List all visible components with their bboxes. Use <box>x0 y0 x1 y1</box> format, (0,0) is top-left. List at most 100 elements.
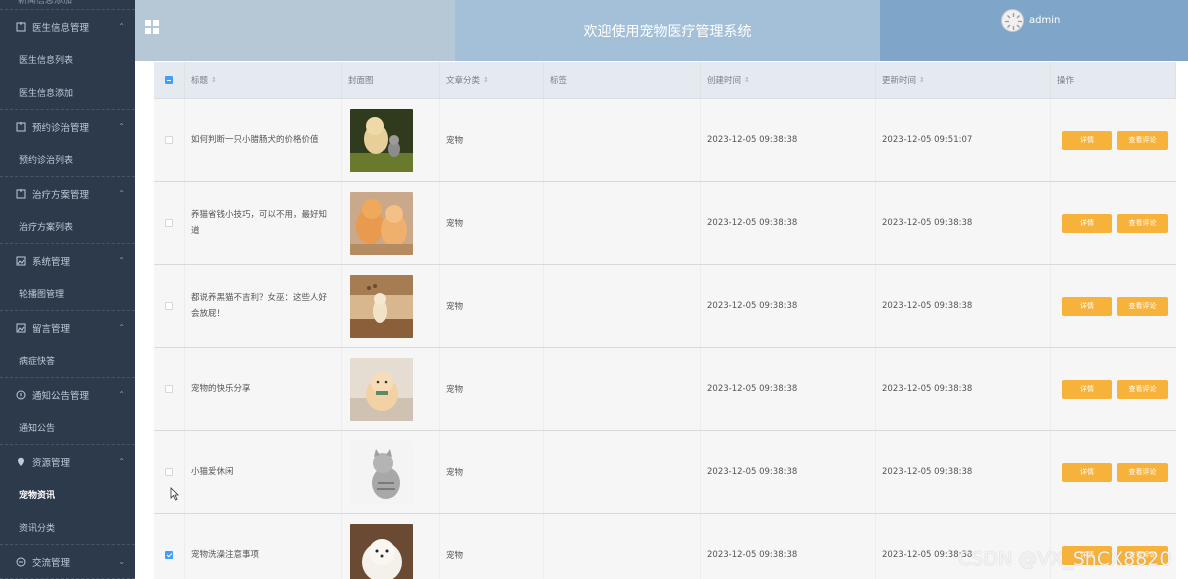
row-select-cell <box>154 182 185 264</box>
cover-image <box>350 523 413 579</box>
sidebar-item-symptom-answers[interactable]: 病症快答 <box>0 344 135 377</box>
row-category: 宠物 <box>440 514 544 579</box>
menu-group-doctor-header[interactable]: 医生信息管理 ⌃ <box>0 10 135 43</box>
image-icon <box>15 322 26 333</box>
view-comments-button[interactable]: 查看评论 <box>1117 130 1168 150</box>
row-category: 宠物 <box>440 99 544 181</box>
row-checkbox[interactable] <box>165 551 173 559</box>
sidebar-item-news-category[interactable]: 资讯分类 <box>0 511 135 544</box>
sidebar-item-treatment-list[interactable]: 治疗方案列表 <box>0 210 135 243</box>
row-tags <box>544 99 701 181</box>
row-updated: 2023-12-05 09:38:38 <box>876 182 1051 264</box>
column-title[interactable]: 标题 ⇕ <box>185 62 342 98</box>
view-comments-button[interactable]: 查看评论 <box>1117 379 1168 399</box>
sidebar-item-pet-news[interactable]: 宠物资讯 <box>0 478 135 511</box>
document-icon <box>15 121 26 132</box>
row-checkbox[interactable] <box>165 468 173 476</box>
row-category: 宠物 <box>440 265 544 347</box>
detail-button[interactable]: 详情 <box>1062 213 1112 233</box>
row-updated: 2023-12-05 09:38:38 <box>876 265 1051 347</box>
detail-button[interactable]: 详情 <box>1062 130 1112 150</box>
menu-group-notice-header[interactable]: 通知公告管理 ⌃ <box>0 378 135 411</box>
chevron-up-icon: ⌃ <box>118 189 125 198</box>
menu-group-label: 交流管理 <box>32 557 71 569</box>
menu-group-label: 留言管理 <box>32 323 71 335</box>
menu-group-exchange-header[interactable]: 交流管理 ⌄ <box>0 545 135 578</box>
sidebar-item-notices[interactable]: 通知公告 <box>0 411 135 444</box>
menu-group-notice: 通知公告管理 ⌃ 通知公告 <box>0 378 135 445</box>
info-circle-icon <box>15 389 26 400</box>
row-cover <box>342 348 440 430</box>
row-checkbox[interactable] <box>165 302 173 310</box>
menu-group-label: 资源管理 <box>32 457 71 469</box>
avatar[interactable] <box>1001 9 1024 32</box>
system-title: 欢迎使用宠物医疗管理系统 <box>455 0 880 61</box>
title-text: 如何判断一只小腊肠犬的价格价值 <box>191 135 319 145</box>
main-content: 标题 ⇕ 封面图 文章分类 ⇕ 标签 创建时间 ⇕ 更新时间 ⇕ 操作 如何判断一只小腊… <box>135 61 1188 579</box>
top-header: 欢迎使用宠物医疗管理系统 admin <box>135 0 1188 61</box>
detail-button[interactable]: 详情 <box>1062 379 1112 399</box>
row-created: 2023-12-05 09:38:38 <box>701 99 876 181</box>
row-ops: 详情 查看评论 <box>1051 265 1176 347</box>
cover-image <box>350 357 413 421</box>
title-text: 宠物的快乐分享 <box>191 384 251 394</box>
table-row[interactable]: 养猫省钱小技巧，可以不用，最好知道 宠物 2023-12-05 09:38:38… <box>154 182 1176 265</box>
cover-image <box>350 440 413 504</box>
row-cover <box>342 182 440 264</box>
row-created: 2023-12-05 09:38:38 <box>701 182 876 264</box>
menu-group-label: 治疗方案管理 <box>32 189 90 201</box>
row-checkbox[interactable] <box>165 136 173 144</box>
row-ops: 详情 查看评论 <box>1051 182 1176 264</box>
chevron-up-icon: ⌃ <box>118 390 125 399</box>
detail-button[interactable]: 详情 <box>1062 462 1112 482</box>
user-name[interactable]: admin <box>1029 15 1060 26</box>
table-row[interactable]: 小猫爱休闲 宠物 2023-12-05 09:38:38 2023-12-05 … <box>154 431 1176 514</box>
title-text: 养猫省钱小技巧，可以不用，最好知道 <box>191 210 328 236</box>
chevron-up-icon: ⌃ <box>118 323 125 332</box>
row-ops: 详情 查看评论 <box>1051 431 1176 513</box>
row-checkbox[interactable] <box>165 219 173 227</box>
select-all-checkbox[interactable] <box>165 76 173 84</box>
menu-group-appointment-header[interactable]: 预约诊治管理 ⌃ <box>0 110 135 143</box>
table-header: 标题 ⇕ 封面图 文章分类 ⇕ 标签 创建时间 ⇕ 更新时间 ⇕ 操作 <box>154 62 1176 99</box>
column-label: 创建时间 <box>707 76 742 86</box>
view-comments-button[interactable]: 查看评论 <box>1117 213 1168 233</box>
menu-group-resource: 资源管理 ⌃ 宠物资讯 资讯分类 <box>0 445 135 545</box>
table-row[interactable]: 如何判断一只小腊肠犬的价格价值 宠物 2023-12-05 09:38:38 2… <box>154 99 1176 182</box>
row-title: 都说养黑猫不吉利？女巫：这些人好会放屁！ <box>185 265 342 347</box>
document-icon <box>15 188 26 199</box>
detail-button[interactable]: 详情 <box>1062 296 1112 316</box>
sidebar-item-carousel[interactable]: 轮播图管理 <box>0 277 135 310</box>
row-checkbox[interactable] <box>165 385 173 393</box>
sort-icon[interactable]: ⇕ <box>919 76 925 84</box>
menu-group-doctor: 医生信息管理 ⌃ 医生信息列表 医生信息添加 <box>0 10 135 110</box>
sidebar-item-appointment-list[interactable]: 预约诊治列表 <box>0 143 135 176</box>
sort-icon[interactable]: ⇕ <box>744 76 750 84</box>
view-comments-button[interactable]: 查看评论 <box>1117 296 1168 316</box>
row-select-cell <box>154 265 185 347</box>
menu-group-message-header[interactable]: 留言管理 ⌃ <box>0 311 135 344</box>
sidebar-item-doctor-list[interactable]: 医生信息列表 <box>0 43 135 76</box>
sort-icon[interactable]: ⇕ <box>483 76 489 84</box>
row-created: 2023-12-05 09:38:38 <box>701 348 876 430</box>
sidebar-item-doctor-add[interactable]: 医生信息添加 <box>0 76 135 109</box>
menu-group-treatment-header[interactable]: 治疗方案管理 ⌃ <box>0 177 135 210</box>
row-cover <box>342 431 440 513</box>
menu-group-resource-header[interactable]: 资源管理 ⌃ <box>0 445 135 478</box>
table-row[interactable]: 都说养黑猫不吉利？女巫：这些人好会放屁！ 宠物 2023-12-05 09:38… <box>154 265 1176 348</box>
view-comments-button[interactable]: 查看评论 <box>1117 462 1168 482</box>
menu-group-exchange: 交流管理 ⌄ <box>0 545 135 579</box>
menu-toggle-icon[interactable] <box>145 20 159 34</box>
column-category[interactable]: 文章分类 ⇕ <box>440 62 544 98</box>
column-created[interactable]: 创建时间 ⇕ <box>701 62 876 98</box>
menu-group-label: 通知公告管理 <box>32 390 90 402</box>
column-updated[interactable]: 更新时间 ⇕ <box>876 62 1051 98</box>
menu-group-system-header[interactable]: 系统管理 ⌃ <box>0 244 135 277</box>
row-created: 2023-12-05 09:38:38 <box>701 431 876 513</box>
column-label: 操作 <box>1057 76 1075 86</box>
table-row[interactable]: 宠物的快乐分享 宠物 2023-12-05 09:38:38 2023-12-0… <box>154 348 1176 431</box>
sidebar-item-news-add[interactable]: 新闻信息添加 <box>0 0 135 10</box>
row-tags <box>544 182 701 264</box>
row-cover <box>342 265 440 347</box>
sort-icon[interactable]: ⇕ <box>211 76 217 84</box>
